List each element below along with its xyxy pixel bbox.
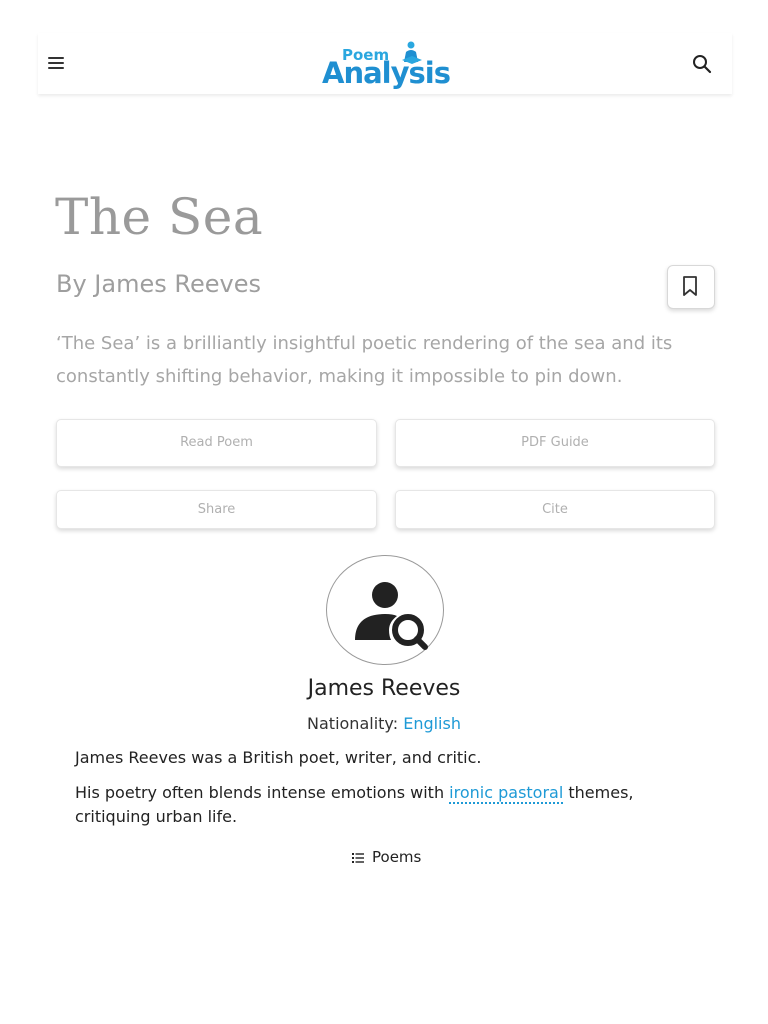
site-header: Poem Analysis [38,33,732,94]
cite-button[interactable]: Cite [395,490,715,529]
nationality-label: Nationality: [307,714,399,733]
nationality-link[interactable]: English [403,714,461,733]
poet-nationality: Nationality: English [0,714,768,733]
poems-link-label: Poems [372,848,422,866]
hamburger-menu-icon[interactable] [48,55,64,71]
poet-bio-line-2: His poetry often blends intense emotions… [75,781,705,829]
bio-text-pre: His poetry often blends intense emotions… [75,783,450,802]
logo-analysis-text: Analysis [322,56,451,90]
poem-author: By James Reeves [56,270,261,298]
read-poem-button[interactable]: Read Poem [56,419,377,467]
bookmark-icon [683,276,697,296]
poet-bio-line-1: James Reeves was a British poet, writer,… [75,748,482,767]
bookmark-button[interactable] [667,265,715,309]
list-icon [352,852,364,863]
search-icon[interactable] [692,54,712,74]
ironic-pastoral-link[interactable]: ironic pastoral [449,783,564,804]
poem-title: The Sea [55,188,264,246]
poet-avatar [326,555,444,665]
poem-summary: ‘The Sea’ is a brilliantly insightful po… [56,333,673,387]
share-button[interactable]: Share [56,490,377,529]
user-search-icon [355,582,428,650]
poems-link[interactable]: Poems [352,848,421,866]
pdf-guide-button[interactable]: PDF Guide [395,419,715,467]
poet-name: James Reeves [307,676,461,701]
site-logo[interactable]: Poem Analysis [322,40,456,90]
